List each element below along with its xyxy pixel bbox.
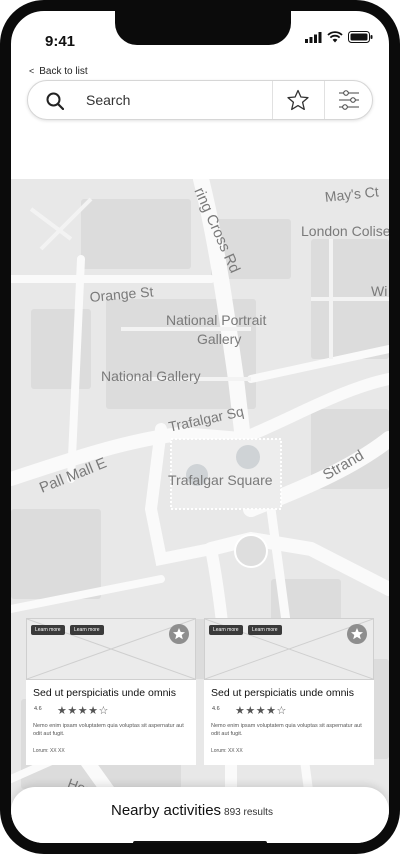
- wifi-icon: [327, 31, 343, 43]
- map-label: National Gallery: [101, 368, 201, 384]
- signal-icon: [305, 31, 322, 43]
- nearby-activities-label: Nearby activities: [111, 802, 222, 819]
- favorite-button[interactable]: [169, 624, 189, 644]
- results-count: 893 results: [224, 807, 273, 818]
- card-meta: Lorum: XX XX: [211, 748, 243, 754]
- back-to-list-link[interactable]: < Back to list: [29, 66, 88, 77]
- map-label: Gallery: [197, 331, 242, 347]
- battery-icon: [348, 31, 373, 43]
- back-label: Back to list: [39, 66, 88, 77]
- learn-more-tag[interactable]: Learn more: [248, 625, 282, 635]
- phone-frame: 9:41 < Back to list Search ring Cross Rd…: [0, 0, 400, 854]
- card-title: Sed ut perspiciatis unde omnis: [33, 687, 176, 699]
- map-label: London Colise: [301, 223, 389, 239]
- card-description: Nemo enim ipsam voluptatem quia voluptas…: [33, 723, 184, 737]
- rating-stars: ★★★★☆: [235, 705, 287, 717]
- rating-value: 4.6: [212, 706, 220, 712]
- search-icon: [46, 92, 64, 110]
- filter-sliders-icon[interactable]: [337, 89, 361, 111]
- search-input[interactable]: Search: [86, 92, 130, 108]
- card-image-placeholder: Learn more Learn more: [26, 618, 196, 680]
- learn-more-tag[interactable]: Learn more: [31, 625, 65, 635]
- status-time: 9:41: [45, 33, 76, 50]
- rating-value: 4.6: [34, 706, 42, 712]
- favorite-button[interactable]: [347, 624, 367, 644]
- learn-more-tag[interactable]: Learn more: [209, 625, 243, 635]
- divider: [324, 81, 325, 119]
- card-image-placeholder: Learn more Learn more: [204, 618, 374, 680]
- card-title: Sed ut perspiciatis unde omnis: [211, 687, 354, 699]
- card-meta: Lorum: XX XX: [33, 748, 65, 754]
- star-icon: [173, 628, 185, 640]
- favorites-star-icon[interactable]: [286, 89, 310, 111]
- search-bar[interactable]: Search: [27, 80, 373, 120]
- activity-card[interactable]: Learn more Learn more Sed ut perspiciati…: [26, 618, 196, 765]
- bottom-sheet[interactable]: Nearby activities 893 results: [11, 787, 389, 843]
- divider: [272, 81, 273, 119]
- star-icon: [351, 628, 363, 640]
- notch: [115, 11, 291, 45]
- chevron-left-icon: <: [29, 66, 35, 76]
- sheet-title: Nearby activities 893 results: [111, 802, 273, 819]
- learn-more-tag[interactable]: Learn more: [70, 625, 104, 635]
- activity-card[interactable]: Learn more Learn more Sed ut perspiciati…: [204, 618, 374, 765]
- home-indicator: [133, 841, 267, 843]
- status-icons: [305, 31, 373, 43]
- map-label: National Portrait: [166, 312, 267, 328]
- rating-stars: ★★★★☆: [57, 705, 109, 717]
- card-description: Nemo enim ipsam voluptatem quia voluptas…: [211, 723, 362, 737]
- map-label: Wi: [371, 283, 388, 299]
- map-label: Trafalgar Square: [168, 472, 273, 488]
